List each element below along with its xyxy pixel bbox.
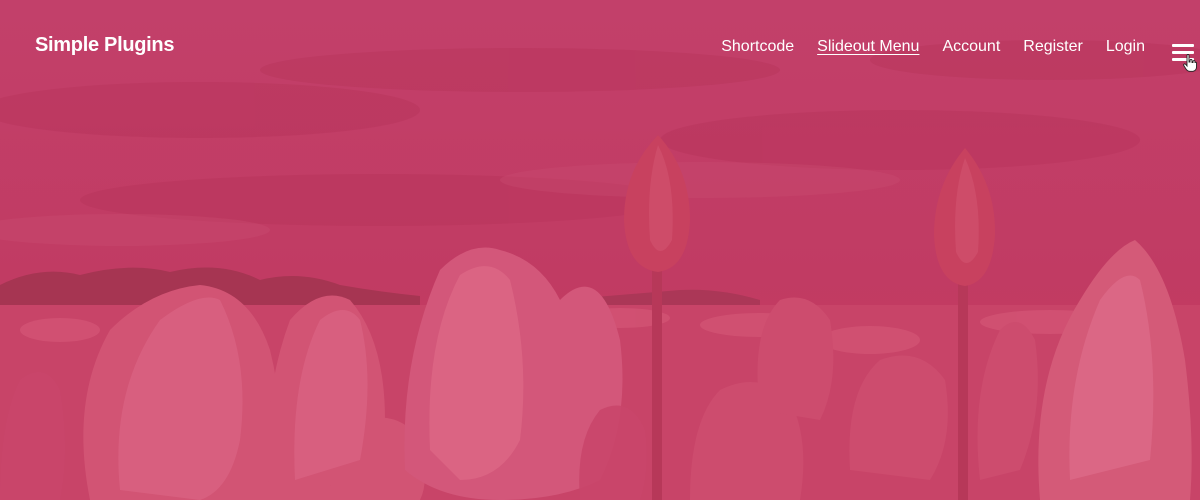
site-title-link[interactable]: Simple Plugins bbox=[35, 34, 174, 57]
nav-link-account[interactable]: Account bbox=[942, 37, 1000, 57]
hero-section: Simple Plugins Shortcode Slideout Menu A… bbox=[0, 0, 1200, 500]
hand-pointer-icon bbox=[1183, 54, 1197, 72]
nav-link-slideout-menu[interactable]: Slideout Menu bbox=[817, 37, 919, 57]
site-header: Simple Plugins Shortcode Slideout Menu A… bbox=[0, 0, 1200, 95]
main-navigation: Shortcode Slideout Menu Account Register… bbox=[698, 37, 1145, 57]
nav-link-login[interactable]: Login bbox=[1106, 37, 1145, 57]
nav-link-shortcode[interactable]: Shortcode bbox=[721, 37, 794, 57]
nav-link-register[interactable]: Register bbox=[1023, 37, 1083, 57]
